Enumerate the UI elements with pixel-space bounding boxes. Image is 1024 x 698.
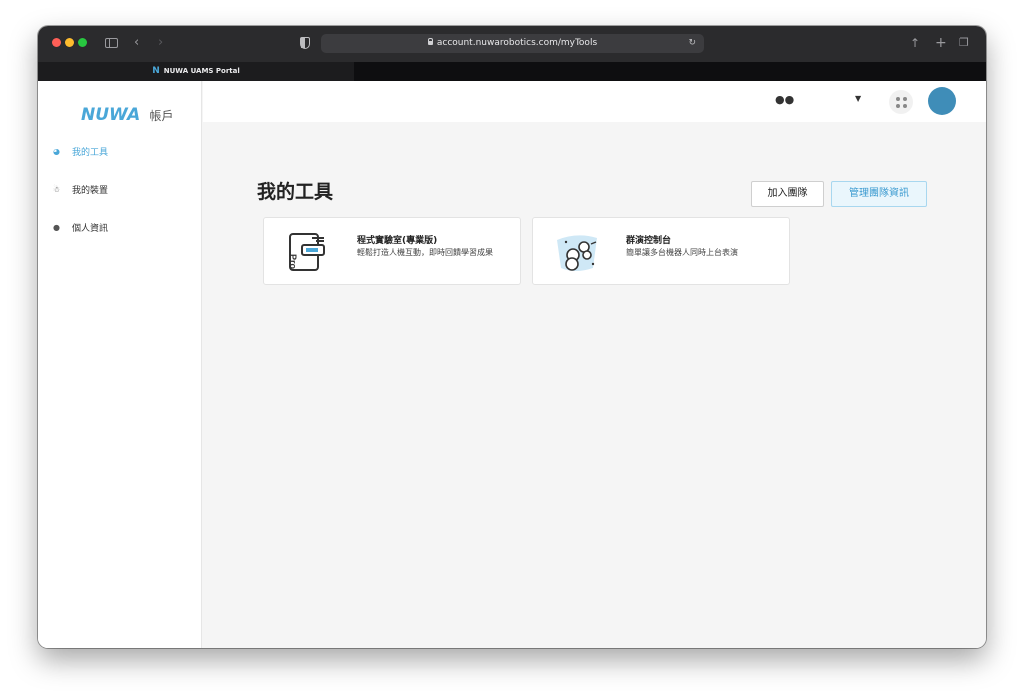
new-tab-icon[interactable]: + (935, 35, 947, 51)
tool-description: 輕鬆打造人機互動，即時回饋學習成果 (357, 248, 493, 257)
tool-card-group-console[interactable]: 群演控制台 簡單讓多台機器人同時上台表演 (532, 217, 790, 285)
nuwa-favicon-icon: N (152, 66, 160, 76)
tool-description: 簡單讓多台機器人同時上台表演 (626, 248, 738, 257)
close-window-button[interactable] (52, 38, 61, 47)
tool-card-code-lab-pro[interactable]: Pro 程式實驗室(專業版) 輕鬆打造人機互動，即時回饋學習成果 (263, 217, 521, 285)
chevron-down-icon[interactable]: ▼ (855, 94, 861, 103)
browser-toolbar: ‹ › account.nuwarobotics.com/myTools ↻ ↑… (38, 26, 986, 62)
tab-strip: N NUWA UAMS Portal (38, 62, 986, 81)
sidebar-toggle-icon[interactable] (105, 38, 118, 48)
page: NUWA 帳戶 ◕ 我的工具 ☃ 我的裝置 ● 個人資訊 ●● ▼ 我的工具 加… (38, 81, 986, 648)
tool-title: 程式實驗室(專業版) (357, 236, 438, 246)
url-text: account.nuwarobotics.com/myTools (436, 38, 598, 48)
users-icon: ● (53, 222, 60, 232)
brand[interactable]: NUWA 帳戶 (81, 105, 173, 125)
sidebar-item-profile[interactable]: ● 個人資訊 (52, 219, 108, 235)
tab-nuwa-portal[interactable]: N NUWA UAMS Portal (38, 62, 354, 81)
avatar[interactable] (928, 87, 956, 115)
lock-icon (427, 38, 433, 45)
group-performance-icon (557, 235, 597, 271)
manage-team-button[interactable]: 管理團隊資訊 (831, 181, 927, 207)
minimize-window-button[interactable] (65, 38, 74, 47)
zoom-window-button[interactable] (78, 38, 87, 47)
sidebar: NUWA 帳戶 ◕ 我的工具 ☃ 我的裝置 ● 個人資訊 (38, 81, 202, 648)
nuwa-logo: NUWA (81, 105, 141, 125)
reload-icon[interactable]: ↻ (688, 34, 696, 53)
sidebar-item-label: 我的裝置 (72, 185, 109, 196)
sidebar-item-label: 個人資訊 (72, 223, 109, 234)
address-bar[interactable]: account.nuwarobotics.com/myTools ↻ (321, 34, 704, 53)
top-header: ●● ▼ (203, 81, 986, 122)
back-icon[interactable]: ‹ (134, 35, 139, 51)
join-team-button[interactable]: 加入團隊 (751, 181, 824, 207)
dashboard-icon: ◕ (53, 146, 60, 156)
tab-overview-icon[interactable]: ❐ (959, 35, 969, 51)
robot-icon: ☃ (52, 184, 61, 194)
forward-icon[interactable]: › (158, 35, 163, 51)
sidebar-item-my-tools[interactable]: ◕ 我的工具 (52, 143, 108, 159)
tab-title: NUWA UAMS Portal (163, 67, 240, 75)
sidebar-item-label: 我的工具 (72, 147, 109, 158)
page-title: 我的工具 (257, 181, 334, 203)
tool-title: 群演控制台 (626, 236, 672, 246)
sidebar-item-my-devices[interactable]: ☃ 我的裝置 (52, 181, 108, 197)
privacy-shield-icon[interactable] (300, 37, 310, 49)
code-lab-pro-icon: Pro (288, 233, 325, 271)
browser-window: ‹ › account.nuwarobotics.com/myTools ↻ ↑… (38, 26, 986, 648)
brand-subtitle: 帳戶 (149, 109, 174, 123)
apps-grid-icon[interactable] (889, 90, 913, 114)
share-icon[interactable]: ↑ (910, 35, 920, 51)
svg-text:Pro: Pro (288, 254, 298, 270)
team-icon[interactable]: ●● (775, 93, 794, 106)
